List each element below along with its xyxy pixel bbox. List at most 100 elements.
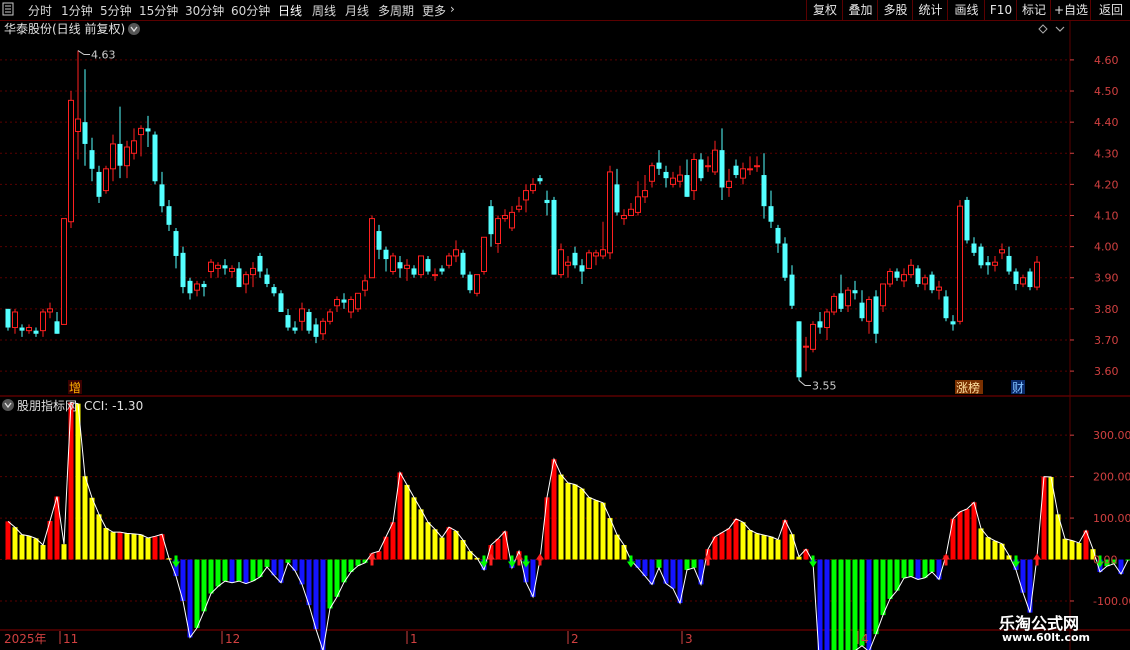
menu-icon[interactable] bbox=[2, 2, 14, 16]
candle-body-down bbox=[313, 324, 319, 337]
period-tab-4[interactable]: 30分钟 bbox=[185, 2, 224, 19]
candle-body-up bbox=[481, 236, 487, 273]
cci-bar bbox=[880, 559, 886, 616]
chevron-right-icon[interactable]: › bbox=[450, 2, 455, 16]
candle-body-up bbox=[208, 261, 214, 273]
cci-tick-label: 200.00 bbox=[1093, 471, 1130, 484]
candle-body-down bbox=[89, 150, 95, 169]
cci-bar bbox=[929, 559, 935, 572]
cci-bar bbox=[264, 559, 270, 567]
toolbar-button-8[interactable]: 返回 bbox=[1090, 0, 1130, 20]
candle-body-down bbox=[544, 199, 550, 204]
x-axis-month-label: 11 bbox=[63, 632, 78, 646]
toolbar-button-3[interactable]: 统计 bbox=[912, 0, 948, 20]
cci-bar bbox=[446, 527, 452, 560]
indicator-menu-icon[interactable] bbox=[2, 399, 14, 411]
candle-body-down bbox=[411, 268, 417, 275]
cci-bar bbox=[236, 559, 242, 582]
candle-body-up bbox=[565, 261, 571, 266]
period-tab-2[interactable]: 5分钟 bbox=[100, 2, 132, 19]
candle-body-down bbox=[789, 274, 795, 306]
cci-bar bbox=[33, 538, 39, 560]
price-tick-label: 4.60 bbox=[1094, 54, 1119, 67]
candle-body-down bbox=[19, 327, 25, 331]
toolbar-button-1[interactable]: 叠加 bbox=[842, 0, 878, 20]
cci-bar bbox=[1041, 476, 1047, 560]
candle-body-down bbox=[306, 311, 312, 331]
candle-body-down bbox=[222, 265, 228, 269]
toolbar-button-5[interactable]: F10 bbox=[984, 0, 1017, 20]
cci-bar bbox=[775, 539, 781, 560]
cci-bar bbox=[502, 531, 508, 560]
cci-bar bbox=[733, 518, 739, 560]
collapse-icon[interactable] bbox=[1055, 26, 1065, 32]
cci-bar bbox=[159, 534, 165, 560]
toolbar-button-4[interactable]: 画线 bbox=[947, 0, 985, 20]
diamond-icon[interactable] bbox=[1038, 24, 1048, 34]
candle-body-up bbox=[495, 218, 501, 245]
x-axis-month-label: 3 bbox=[685, 632, 693, 646]
cci-bar bbox=[145, 537, 151, 560]
period-tab-1[interactable]: 1分钟 bbox=[61, 2, 93, 19]
candle-body-up bbox=[810, 323, 816, 350]
toolbar-button-6[interactable]: 标记 bbox=[1016, 0, 1051, 20]
stock-chart[interactable]: 4.60 4.50 4.40 4.30 4.20 4.10 4.00 3.90 3.80 3.70… bbox=[0, 21, 1130, 650]
price-tick-label: 4.30 bbox=[1094, 147, 1119, 160]
candle-body-up bbox=[992, 261, 998, 266]
arrow-up-icon bbox=[536, 553, 544, 566]
cci-histogram bbox=[5, 401, 1130, 650]
candle-body-up bbox=[103, 168, 109, 192]
candle-body-up bbox=[418, 255, 424, 276]
candle-body-up bbox=[957, 205, 963, 322]
period-tab-3[interactable]: 15分钟 bbox=[139, 2, 178, 19]
candle-body-down bbox=[1013, 271, 1019, 284]
cci-bar bbox=[565, 482, 571, 560]
cci-bar bbox=[68, 402, 74, 560]
candle-body-up bbox=[446, 255, 452, 266]
cci-bar bbox=[26, 535, 32, 560]
cci-bar bbox=[5, 521, 11, 560]
period-tab-5[interactable]: 60分钟 bbox=[231, 2, 270, 19]
cci-bar bbox=[306, 559, 312, 606]
x-axis-month-label: 1 bbox=[410, 632, 418, 646]
low-marker-line bbox=[798, 380, 811, 386]
candle-body-up bbox=[726, 180, 732, 188]
candle-body-down bbox=[82, 122, 88, 144]
candle-body-down bbox=[159, 184, 165, 207]
candle-body-up bbox=[509, 211, 515, 229]
candle-body-down bbox=[698, 159, 704, 179]
price-tick-label: 4.10 bbox=[1094, 210, 1119, 223]
candle-body-up bbox=[999, 249, 1005, 254]
arrow-up-icon bbox=[1033, 553, 1041, 566]
candle-body-up bbox=[362, 280, 368, 291]
toolbar-button-2[interactable]: 多股 bbox=[877, 0, 913, 20]
candle-body-down bbox=[796, 321, 802, 378]
cci-bar bbox=[103, 528, 109, 560]
period-tab-10[interactable]: 更多 bbox=[422, 2, 446, 19]
candle-body-down bbox=[964, 199, 970, 241]
dropdown-icon[interactable] bbox=[128, 23, 140, 35]
price-tick-label: 3.60 bbox=[1094, 365, 1119, 378]
candle-body-down bbox=[96, 171, 102, 197]
period-tab-0[interactable]: 分时 bbox=[28, 2, 52, 19]
toolbar-button-7[interactable]: +自选 bbox=[1050, 0, 1091, 20]
cci-bar bbox=[691, 559, 697, 568]
cci-bar bbox=[971, 502, 977, 560]
period-tab-8[interactable]: 月线 bbox=[345, 2, 369, 19]
cci-bar bbox=[922, 559, 928, 578]
watermark-url: www.60lt.com bbox=[1002, 631, 1091, 644]
toolbar-button-0[interactable]: 复权 bbox=[806, 0, 843, 20]
candle-body-up bbox=[61, 218, 67, 325]
cci-tick-label: 0.00 bbox=[1093, 554, 1118, 567]
candle-body-down bbox=[33, 330, 39, 334]
candle-body-up bbox=[355, 292, 361, 310]
candle-body-up bbox=[229, 267, 235, 273]
candle-body-down bbox=[551, 199, 557, 275]
period-tab-7[interactable]: 周线 bbox=[312, 2, 336, 19]
period-tab-6[interactable]: 日线 bbox=[278, 2, 302, 19]
cci-bar bbox=[82, 476, 88, 560]
candle-body-down bbox=[5, 308, 11, 328]
candle-body-up bbox=[348, 299, 354, 313]
period-tab-9[interactable]: 多周期 bbox=[378, 2, 414, 19]
candle-body-up bbox=[586, 252, 592, 269]
